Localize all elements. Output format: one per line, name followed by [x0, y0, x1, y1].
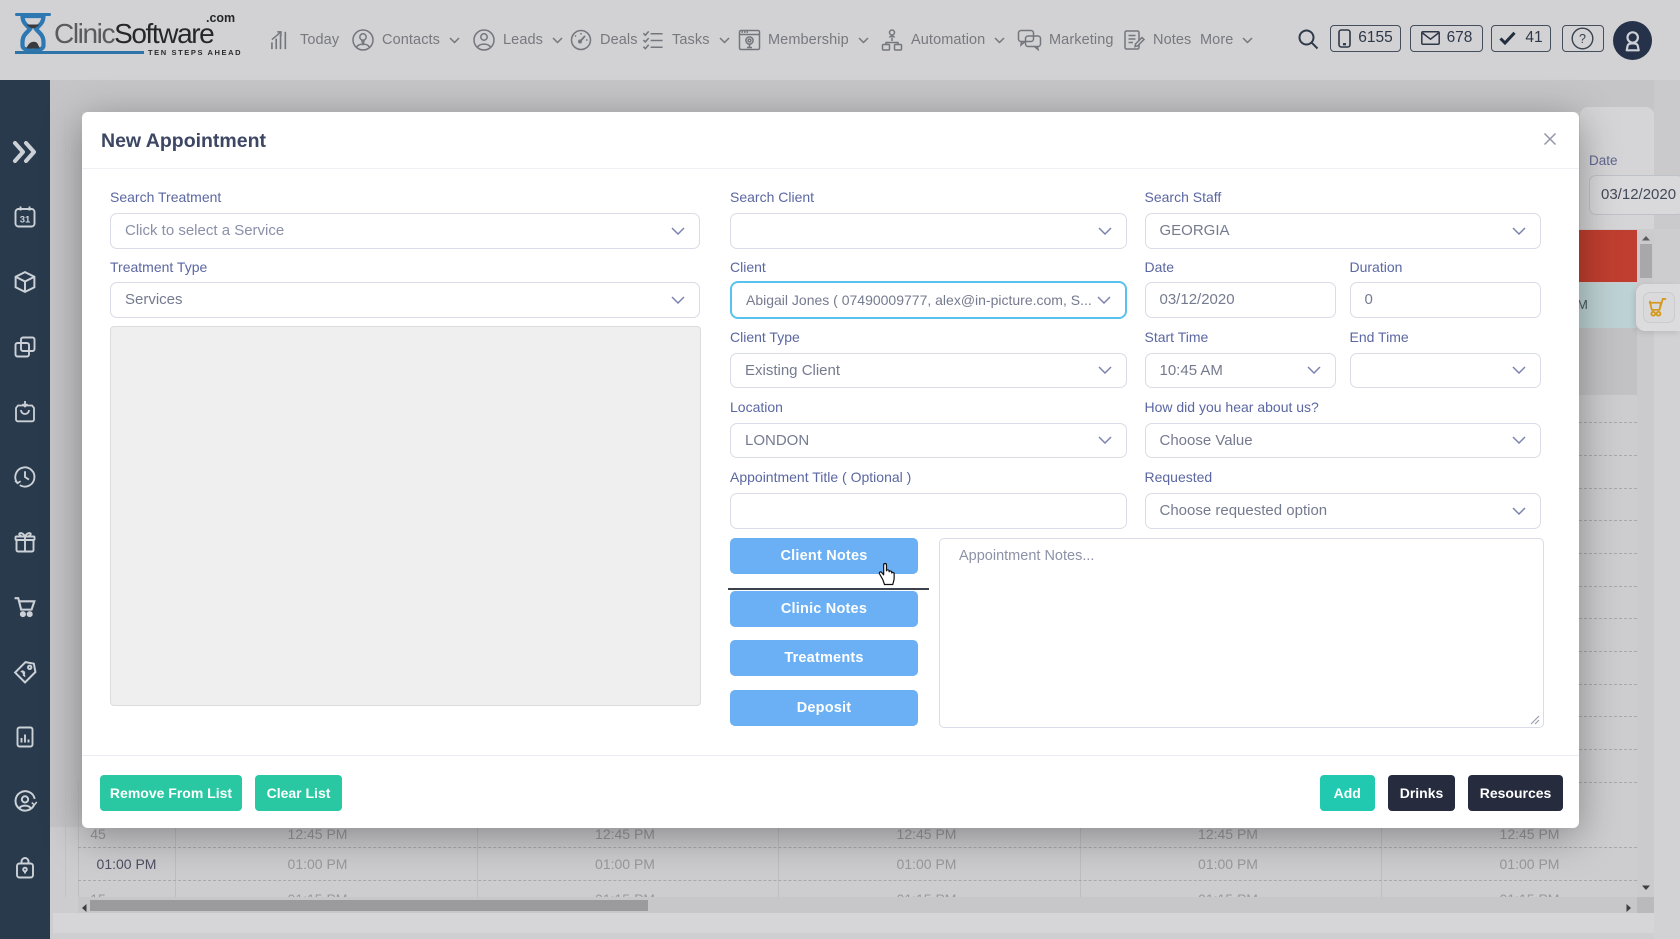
svg-text:?: ? — [1579, 32, 1586, 46]
svg-text:31: 31 — [20, 215, 31, 226]
